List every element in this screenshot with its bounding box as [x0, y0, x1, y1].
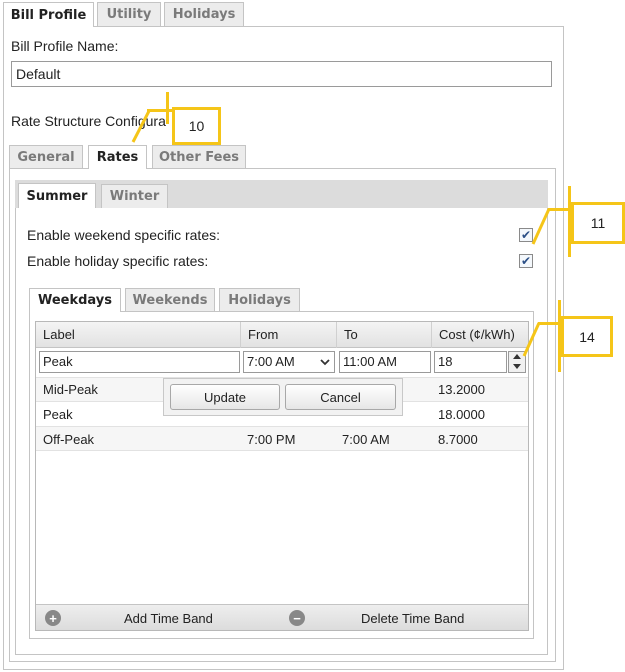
check-icon: ✔	[520, 254, 532, 268]
row-cost: 8.7000	[438, 432, 478, 447]
cancel-button[interactable]: Cancel	[285, 384, 396, 410]
tab-weekends[interactable]: Weekends	[125, 288, 215, 311]
update-button[interactable]: Update	[170, 384, 280, 410]
add-circle-icon[interactable]: +	[45, 610, 61, 626]
row-label: Mid-Peak	[43, 382, 98, 397]
grid-inner: Label From To Cost (¢/kWh) Peak 7:00 AM …	[35, 321, 529, 631]
tab-day-holidays[interactable]: Holidays	[219, 288, 300, 311]
callout-11-pointer	[528, 208, 553, 248]
col-header-label[interactable]: Label	[36, 322, 241, 348]
weekend-rates-label: Enable weekend specific rates:	[27, 227, 220, 243]
row-label: Off-Peak	[43, 432, 95, 447]
delete-circle-icon[interactable]: −	[289, 610, 305, 626]
tab-weekdays[interactable]: Weekdays	[29, 288, 121, 312]
row-cost: 13.2000	[438, 382, 485, 397]
tab-bill-profile[interactable]: Bill Profile	[3, 2, 94, 27]
table-row[interactable]: Off-Peak 7:00 PM 7:00 AM 8.7000	[36, 426, 528, 451]
callout-11-box: 11	[571, 202, 625, 244]
tab-general[interactable]: General	[9, 145, 83, 168]
row-to: 7:00 AM	[342, 432, 390, 447]
to-time-input[interactable]: 11:00 AM	[339, 351, 431, 373]
tab-holidays[interactable]: Holidays	[164, 2, 244, 26]
callout-14-pointer	[518, 322, 543, 362]
callout-10-pointer	[120, 110, 180, 155]
row-editor-buttons: Update Cancel	[163, 378, 403, 416]
tab-summer[interactable]: Summer	[18, 183, 96, 208]
grid-footer-toolbar: + Add Time Band − Delete Time Band	[36, 604, 528, 630]
tab-winter[interactable]: Winter	[101, 184, 168, 208]
tab-utility[interactable]: Utility	[97, 2, 161, 26]
holiday-rates-checkbox[interactable]: ✔	[519, 254, 533, 268]
time-band-grid: Label From To Cost (¢/kWh) Peak 7:00 AM …	[29, 311, 534, 639]
add-time-band-button[interactable]: Add Time Band	[124, 611, 213, 626]
col-header-from[interactable]: From	[241, 322, 337, 348]
delete-time-band-button[interactable]: Delete Time Band	[361, 611, 464, 626]
row-label: Peak	[43, 407, 73, 422]
from-time-value: 7:00 AM	[247, 354, 295, 369]
col-header-to[interactable]: To	[337, 322, 432, 348]
bill-profile-name-input[interactable]: Default	[11, 61, 552, 87]
callout-10-box: 10	[172, 107, 221, 145]
chevron-down-icon[interactable]	[316, 352, 334, 372]
holiday-rates-label: Enable holiday specific rates:	[27, 253, 209, 269]
callout-14-box: 14	[561, 316, 613, 357]
col-header-cost[interactable]: Cost (¢/kWh)	[432, 322, 528, 348]
stepper-down-icon[interactable]	[513, 364, 521, 369]
cost-input[interactable]: 18	[434, 351, 507, 373]
row-from: 7:00 PM	[247, 432, 296, 447]
label-edit-input[interactable]: Peak	[39, 351, 240, 373]
row-cost: 18.0000	[438, 407, 485, 422]
grid-header: Label From To Cost (¢/kWh)	[36, 322, 528, 348]
bill-profile-name-label: Bill Profile Name:	[11, 38, 119, 54]
